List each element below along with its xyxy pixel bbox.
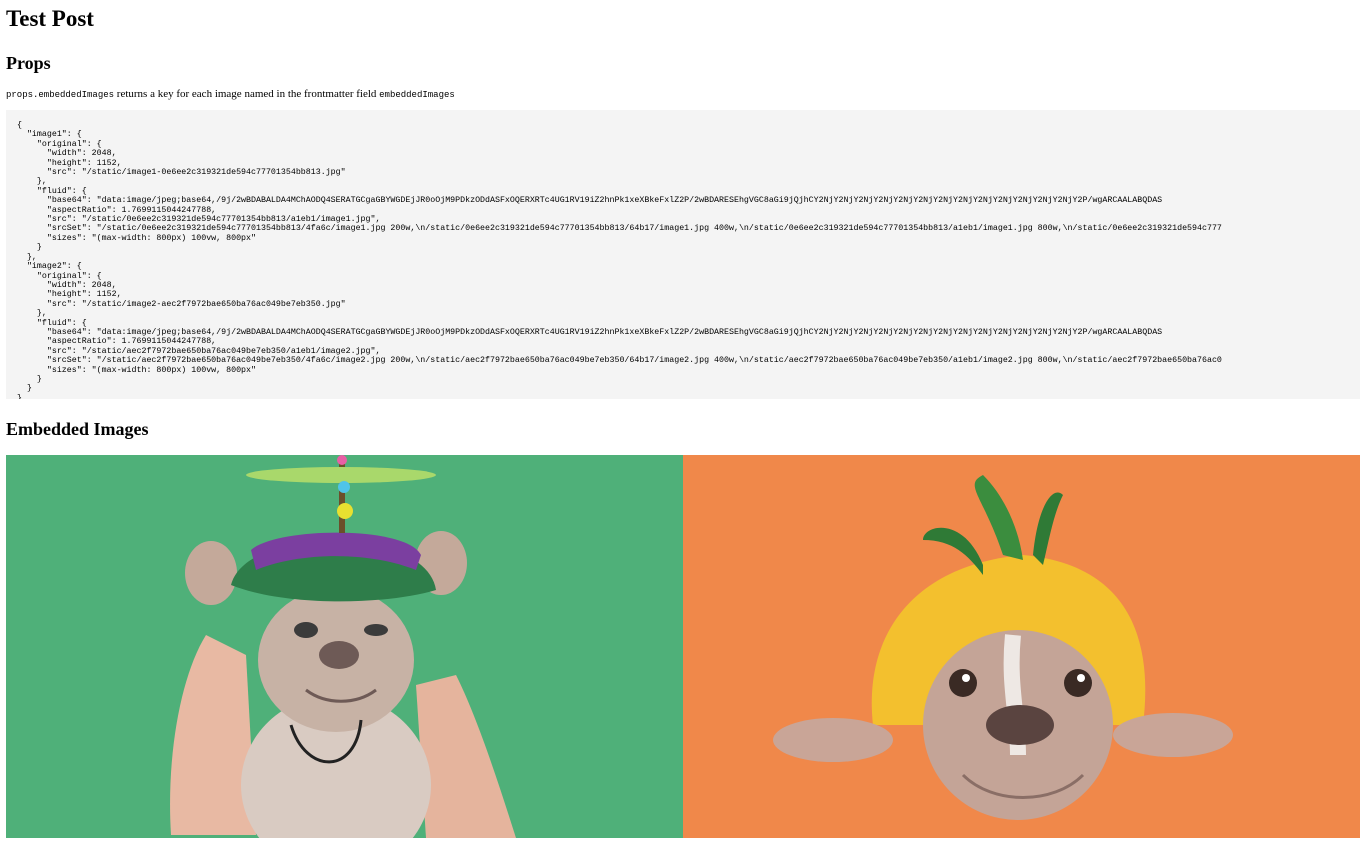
embedded-image-2 — [683, 455, 1360, 838]
json-code-line: } — [17, 243, 42, 253]
json-code-line: }, — [17, 177, 47, 187]
props-description-text: returns a key for each image named in th… — [114, 88, 380, 100]
json-code-line: "image2": { — [17, 262, 82, 272]
props-description: props.embeddedImages returns a key for e… — [6, 88, 1360, 101]
json-code-line: "base64": "data:image/jpeg;base64,/9j/2w… — [17, 327, 1163, 337]
json-code-line: "aspectRatio": 1.7699115044247788, — [17, 337, 217, 347]
json-code-line: "src": "/static/image2-aec2f7972bae650ba… — [17, 299, 346, 309]
embedded-images-row — [6, 455, 1361, 838]
json-code-line: "width": 2048, — [17, 149, 117, 159]
embedded-image-1 — [6, 455, 683, 838]
frontmatter-field-code: embeddedImages — [379, 90, 455, 100]
embedded-images-heading: Embedded Images — [6, 419, 149, 439]
json-code-line: "sizes": "(max-width: 800px) 100vw, 800p… — [17, 365, 256, 375]
json-code-line: "original": { — [17, 139, 102, 149]
json-code-line: "height": 1152, — [17, 158, 122, 168]
json-code-line: "fluid": { — [17, 186, 87, 196]
json-code-line: { — [17, 121, 22, 130]
json-code-line: "width": 2048, — [17, 280, 117, 290]
props-heading: Props — [6, 53, 51, 73]
json-code-line: "original": { — [17, 271, 102, 281]
json-code-block: { "image1": { "original": { "width": 204… — [6, 110, 1360, 399]
page-title: Test Post — [6, 6, 94, 31]
json-code-line: } — [17, 384, 32, 394]
json-code-line: } — [17, 374, 42, 384]
json-code-line: "fluid": { — [17, 318, 87, 328]
json-code-line: "sizes": "(max-width: 800px) 100vw, 800p… — [17, 233, 256, 243]
json-code-line: "image1": { — [17, 130, 82, 140]
page-content: Test Post Props props.embeddedImages ret… — [0, 0, 1366, 838]
json-code-line: "base64": "data:image/jpeg;base64,/9j/2w… — [17, 196, 1163, 206]
json-code-line: "srcSet": "/static/0e6ee2c319321de594c77… — [17, 224, 1222, 234]
json-code-line: }, — [17, 309, 47, 319]
json-code-line: "aspectRatio": 1.7699115044247788, — [17, 205, 217, 215]
json-code-line: "src": "/static/0e6ee2c319321de594c77701… — [17, 215, 381, 225]
json-code-line: } — [17, 393, 22, 399]
json-code-line: "height": 1152, — [17, 290, 122, 300]
json-code-line: "src": "/static/aec2f7972bae650ba76ac049… — [17, 346, 381, 356]
json-code-line: }, — [17, 252, 37, 262]
props-code: props.embeddedImages — [6, 90, 115, 100]
json-code-line: "srcSet": "/static/aec2f7972bae650ba76ac… — [17, 356, 1222, 366]
json-code-line: "src": "/static/image1-0e6ee2c319321de59… — [17, 168, 346, 178]
